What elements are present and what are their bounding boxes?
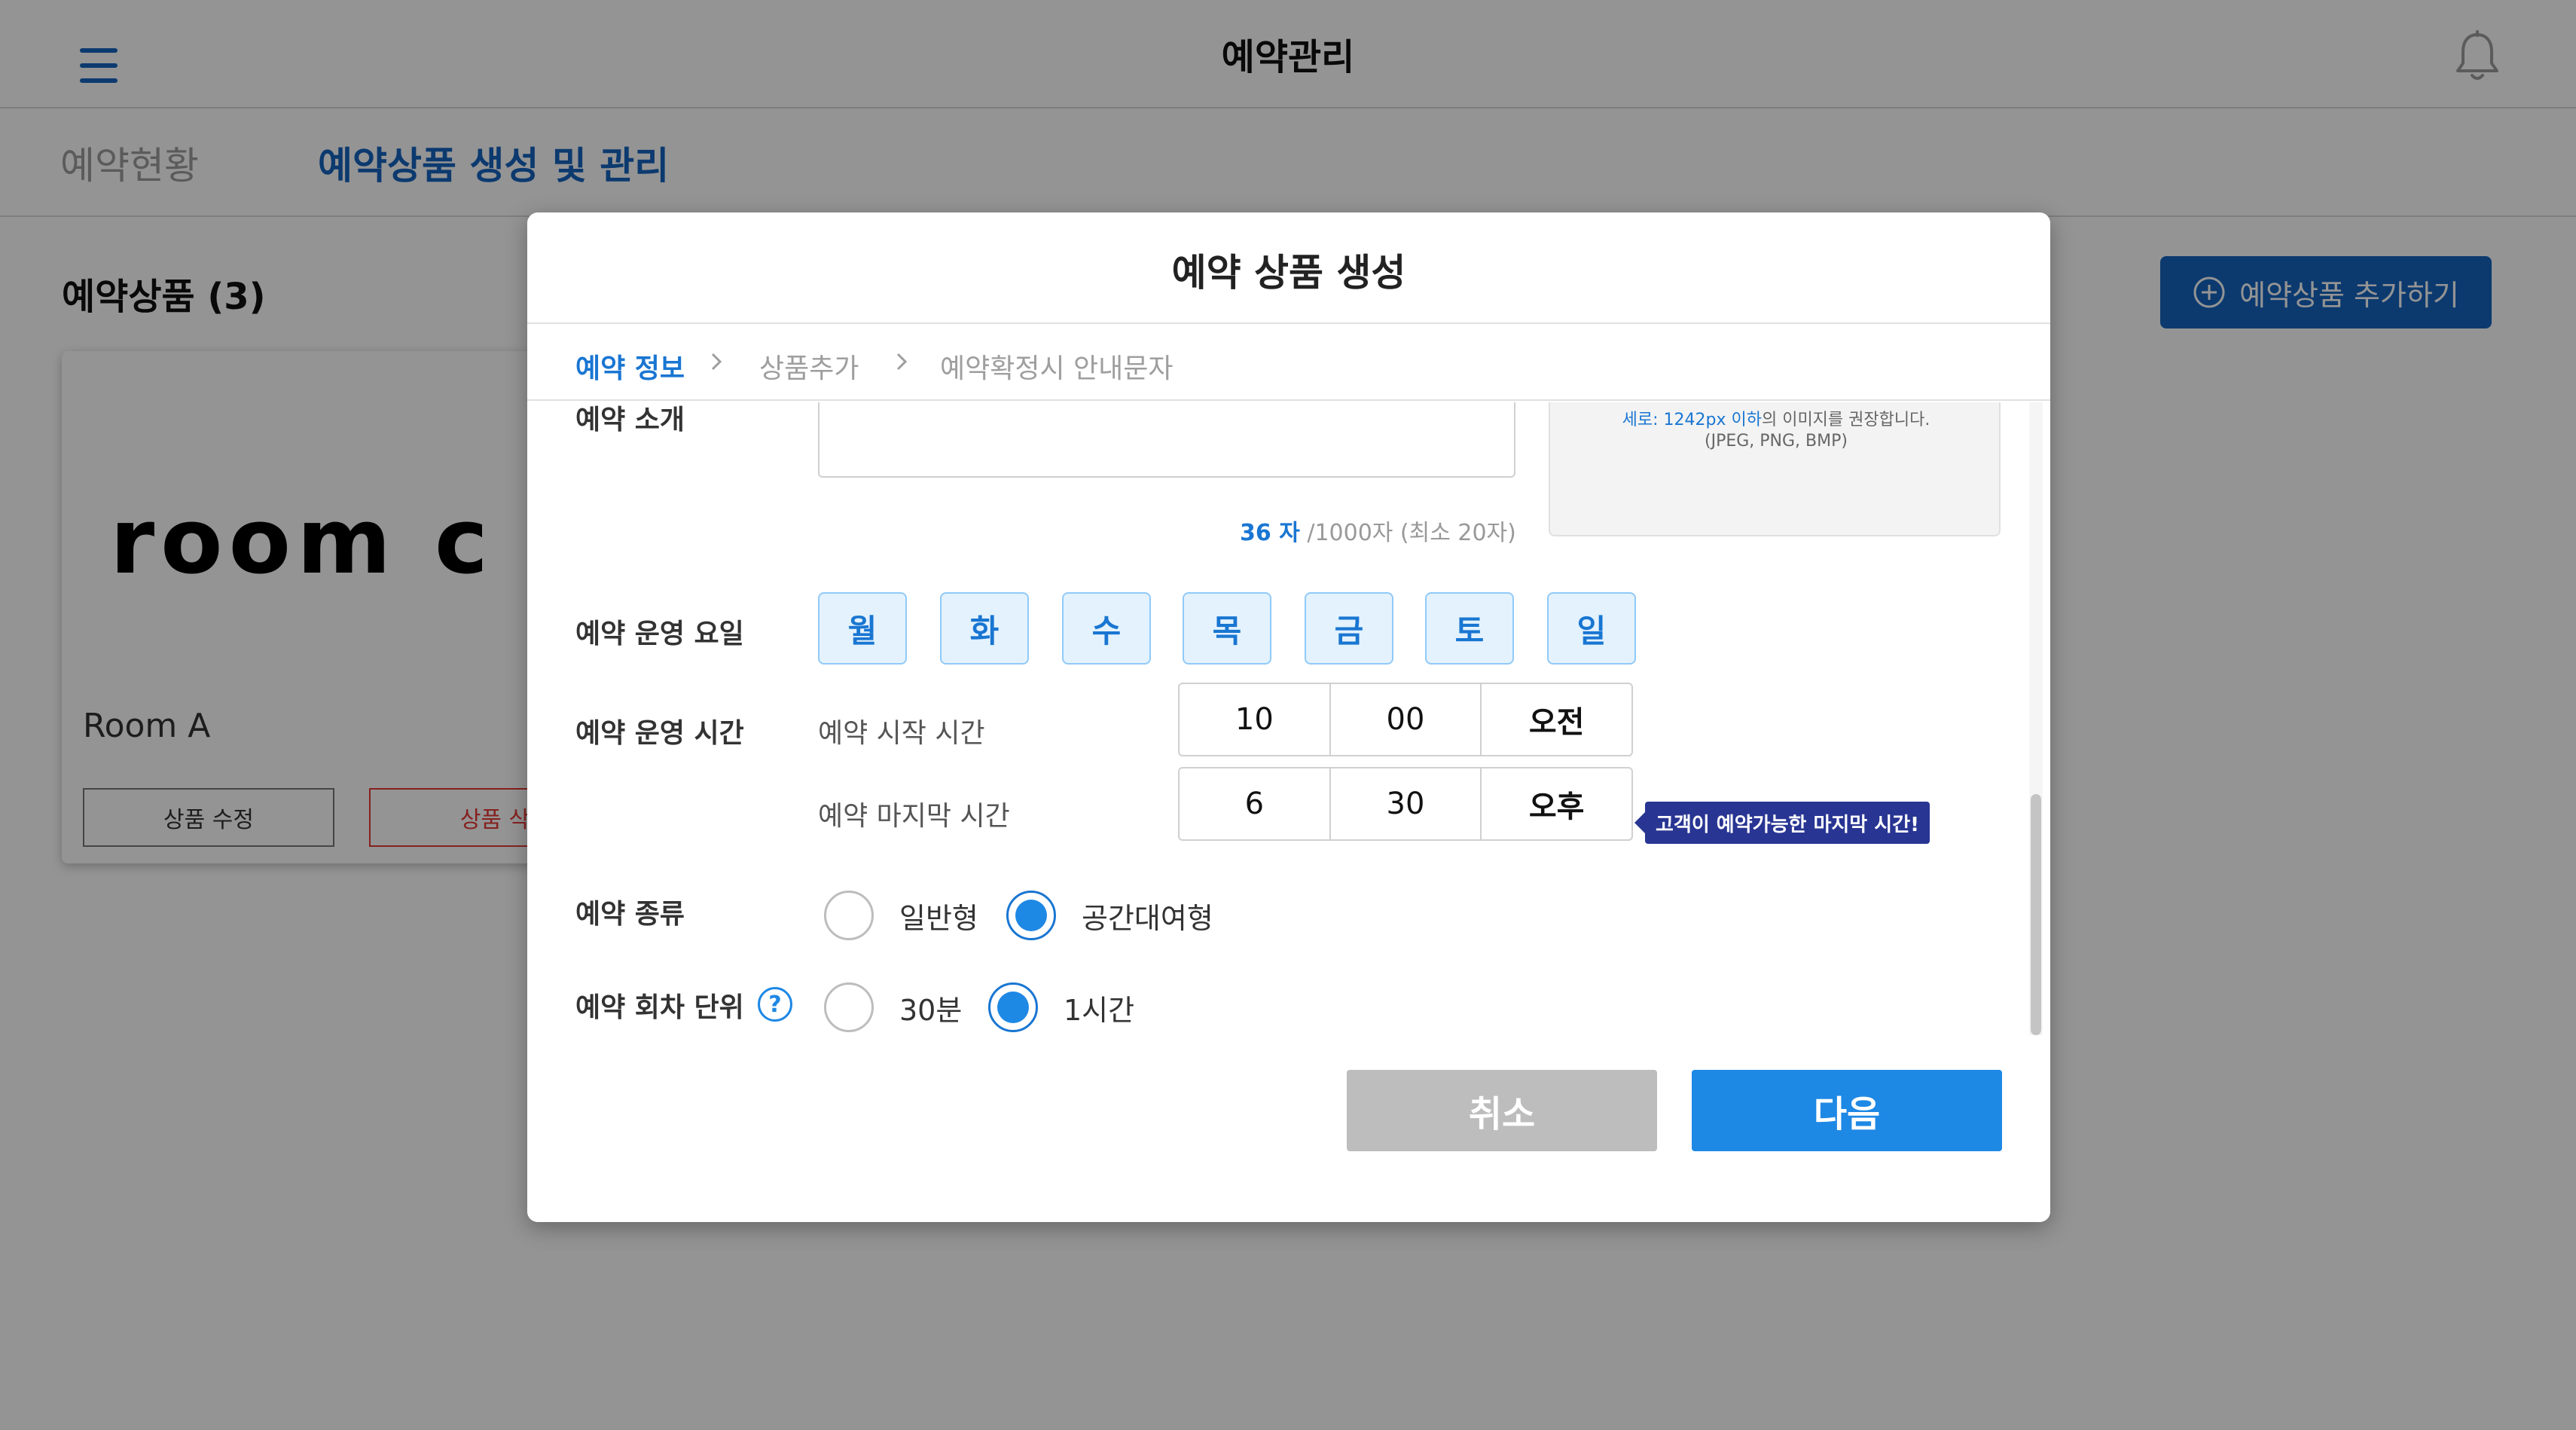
start-time-label: 예약 시작 시간 xyxy=(818,718,985,749)
hours-label: 예약 운영 시간 xyxy=(575,718,744,749)
type-label: 예약 종류 xyxy=(575,899,685,930)
unit-1hour-label: 1시간 xyxy=(1064,994,1135,1027)
modal-body: 예약 소개 36 자 /1000자 (최소 20자) 세로: 1242px 이하… xyxy=(527,402,2050,1035)
end-time-label: 예약 마지막 시간 xyxy=(818,801,1010,832)
chevron-right-icon xyxy=(711,353,722,371)
step-reservation-info[interactable]: 예약 정보 xyxy=(575,347,685,386)
day-sat-button[interactable]: 토 xyxy=(1425,592,1514,665)
day-thu-button[interactable]: 목 xyxy=(1183,592,1271,665)
end-ampm-select[interactable]: 오후 xyxy=(1482,768,1631,839)
scrollbar-thumb[interactable] xyxy=(2031,794,2041,1035)
start-time-picker: 10 00 오전 xyxy=(1178,683,1633,756)
type-general-radio[interactable] xyxy=(824,891,874,940)
end-minute-select[interactable]: 30 xyxy=(1331,768,1482,839)
day-mon-button[interactable]: 월 xyxy=(818,592,907,665)
last-time-tooltip: 고객이 예약가능한 마지막 시간! xyxy=(1634,802,1930,844)
modal-footer: 취소 다음 xyxy=(527,1035,2050,1222)
step-confirmation-message[interactable]: 예약확정시 안내문자 xyxy=(940,347,1174,386)
image-hint-highlight: 세로: 1242px 이하 xyxy=(1622,411,1762,429)
unit-30min-radio[interactable] xyxy=(824,982,874,1032)
end-time-picker: 6 30 오후 xyxy=(1178,767,1633,841)
end-hour-select[interactable]: 6 xyxy=(1180,768,1331,839)
step-indicator: 예약 정보 상품추가 예약확정시 안내문자 xyxy=(527,325,2050,401)
intro-textarea[interactable] xyxy=(818,402,1515,478)
char-limit: /1000자 (최소 20자) xyxy=(1307,520,1516,546)
help-icon[interactable]: ? xyxy=(758,987,792,1022)
day-sun-button[interactable]: 일 xyxy=(1547,592,1636,665)
create-product-modal: 예약 상품 생성 예약 정보 상품추가 예약확정시 안내문자 예약 소개 36 … xyxy=(527,212,2050,1222)
type-general-label: 일반형 xyxy=(899,902,978,935)
char-counter: 36 자 /1000자 (최소 20자) xyxy=(1240,514,1516,547)
chevron-right-icon xyxy=(896,353,908,371)
day-tue-button[interactable]: 화 xyxy=(940,592,1029,665)
modal-header: 예약 상품 생성 xyxy=(527,212,2050,324)
unit-30min-label: 30분 xyxy=(899,994,963,1027)
next-button[interactable]: 다음 xyxy=(1692,1070,2002,1151)
char-count: 36 자 xyxy=(1240,520,1300,546)
unit-1hour-radio[interactable] xyxy=(988,982,1038,1032)
start-hour-select[interactable]: 10 xyxy=(1180,684,1331,755)
image-hint-formats: (JPEG, PNG, BMP) xyxy=(1705,432,1848,451)
image-hint-text: 의 이미지를 권장합니다. xyxy=(1761,411,1930,429)
step-add-product[interactable]: 상품추가 xyxy=(759,347,859,386)
intro-label: 예약 소개 xyxy=(575,405,685,435)
start-minute-select[interactable]: 00 xyxy=(1331,684,1482,755)
day-fri-button[interactable]: 금 xyxy=(1305,592,1393,665)
day-wed-button[interactable]: 수 xyxy=(1062,592,1151,665)
modal-title: 예약 상품 생성 xyxy=(1171,251,1406,295)
days-label: 예약 운영 요일 xyxy=(575,619,744,649)
unit-label: 예약 회차 단위 xyxy=(575,992,744,1023)
start-ampm-select[interactable]: 오전 xyxy=(1482,684,1631,755)
type-space-rental-label: 공간대여형 xyxy=(1082,902,1213,935)
cancel-button[interactable]: 취소 xyxy=(1347,1070,1657,1151)
image-hint: 세로: 1242px 이하의 이미지를 권장합니다. (JPEG, PNG, B… xyxy=(1550,410,2002,452)
type-space-rental-radio[interactable] xyxy=(1006,891,1056,940)
image-upload-box[interactable]: 세로: 1242px 이하의 이미지를 권장합니다. (JPEG, PNG, B… xyxy=(1549,402,2001,536)
